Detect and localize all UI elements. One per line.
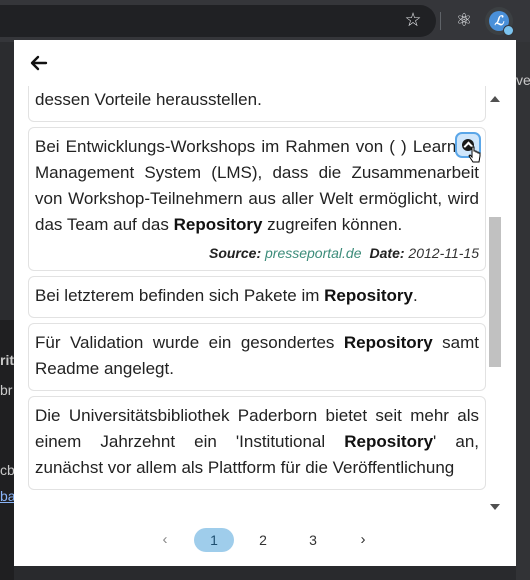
pagination: ‹ 1 2 3 › xyxy=(14,526,516,554)
example-sentence: Bei Entwicklungs-Workshops im Rahmen von… xyxy=(35,134,479,238)
bg-text-fragment: ve xyxy=(516,72,530,88)
scroll-up-arrow[interactable] xyxy=(490,96,500,102)
examples-list[interactable]: Softwarekomponenten an und wollte damit … xyxy=(28,86,486,512)
example-card: Softwarekomponenten an und wollte damit … xyxy=(28,86,486,122)
highlighted-term: Repository xyxy=(324,286,413,305)
example-sentence: Bei letzterem befinden sich Pakete im Re… xyxy=(35,283,479,309)
linguee-extension-icon[interactable]: ℒ xyxy=(485,7,514,36)
bg-text-fragment: br xyxy=(0,382,13,398)
browser-toolbar: ☆ ⚛ ℒ xyxy=(0,0,530,42)
scrollbar-thumb[interactable] xyxy=(489,216,501,367)
date-label: Date: xyxy=(369,245,405,261)
extension-popup: Softwarekomponenten an und wollte damit … xyxy=(14,40,516,566)
prev-page-button[interactable]: ‹ xyxy=(154,528,176,552)
example-card: Bei Entwicklungs-Workshops im Rahmen von… xyxy=(28,127,486,271)
sentence-text: Bei letzterem befinden sich Pakete im xyxy=(35,286,325,305)
highlighted-term: Repository xyxy=(344,432,434,451)
example-sentence: Die Universitätsbibliothek Paderborn bie… xyxy=(35,403,479,481)
sentence-text: . xyxy=(412,286,418,305)
highlighted-term: Repository xyxy=(173,215,263,234)
next-page-button[interactable]: › xyxy=(352,528,374,552)
example-card: Bei letzterem befinden sich Pakete im Re… xyxy=(28,276,486,318)
bg-text-fragment: rit xyxy=(0,352,14,368)
date-value: 2012-11-15 xyxy=(408,245,479,261)
example-card: Für Validation wurde ein gesondertes Rep… xyxy=(28,323,486,391)
sentence-text: Für Validation wurde ein gesondertes xyxy=(35,333,344,352)
page-button-3[interactable]: 3 xyxy=(300,528,326,552)
page-button-2[interactable]: 2 xyxy=(250,528,276,552)
source-link[interactable]: presseportal.de xyxy=(265,245,362,261)
example-meta: Source: presseportal.de Date: 2012-11-15 xyxy=(35,244,479,262)
example-card: Die Universitätsbibliothek Paderborn bie… xyxy=(28,396,486,490)
sentence-text: zugreifen können. xyxy=(262,215,403,234)
star-icon[interactable]: ☆ xyxy=(402,9,424,31)
scroll-down-arrow[interactable] xyxy=(490,504,500,510)
sentence-text: Softwarekomponenten an und wollte damit … xyxy=(35,90,262,109)
back-button[interactable] xyxy=(26,50,52,76)
scrollbar[interactable] xyxy=(488,92,502,514)
example-sentence: Softwarekomponenten an und wollte damit … xyxy=(35,86,479,113)
page-button-1[interactable]: 1 xyxy=(194,528,234,552)
source-label: Source: xyxy=(208,245,262,261)
chevron-up-icon xyxy=(462,139,474,151)
highlighted-term: Repository xyxy=(343,333,433,352)
collapse-button[interactable] xyxy=(455,132,481,163)
example-sentence: Für Validation wurde ein gesondertes Rep… xyxy=(35,330,479,382)
address-bar[interactable] xyxy=(0,5,436,37)
extension-badge xyxy=(503,25,514,36)
bg-text-fragment: cb xyxy=(0,462,15,478)
arrow-left-icon xyxy=(30,55,48,71)
page-right-edge xyxy=(516,42,530,580)
react-devtools-icon[interactable]: ⚛ xyxy=(451,8,477,34)
toolbar-divider xyxy=(440,12,441,30)
